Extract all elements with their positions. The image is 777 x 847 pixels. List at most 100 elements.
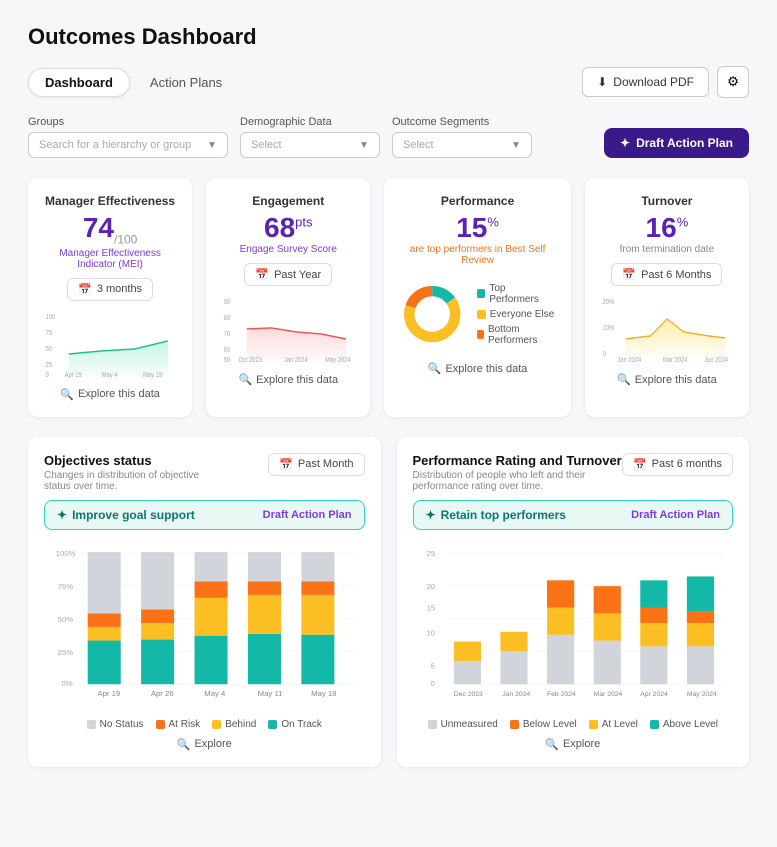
svg-text:May 2024: May 2024	[325, 357, 351, 364]
explore-perf-turnover[interactable]: 🔍 Explore	[413, 738, 734, 751]
legend-everyone-else: Everyone Else	[490, 309, 554, 320]
metric-card-turnover: Turnover 16% from termination date 📅 Pas…	[585, 178, 749, 417]
tab-dashboard[interactable]: Dashboard	[28, 68, 130, 97]
search-icon: 🔍	[428, 362, 442, 375]
time-period-turnover[interactable]: 📅 Past 6 Months	[611, 263, 722, 286]
groups-placeholder: Search for a hierarchy or group	[39, 139, 191, 151]
objectives-stacked-bar-chart: 100% 75% 50% 25% 0% Apr 19	[44, 540, 365, 710]
time-period-objectives[interactable]: 📅 Past Month	[268, 453, 364, 476]
svg-text:0: 0	[430, 679, 434, 688]
page-title: Outcomes Dashboard	[28, 24, 749, 50]
svg-text:Dec 2023: Dec 2023	[453, 690, 482, 697]
svg-text:50: 50	[46, 345, 53, 353]
metric-value-turnover: 16%	[601, 214, 733, 242]
legend-top-performers: Top Performers	[489, 283, 554, 305]
svg-text:75: 75	[46, 329, 53, 337]
metric-card-engagement: Engagement 68pts Engage Survey Score 📅 P…	[206, 178, 370, 417]
outcome-filter-label: Outcome Segments	[392, 116, 532, 128]
target-icon: ✦	[426, 508, 436, 522]
legend-on-track: On Track	[281, 719, 322, 730]
time-period-manager[interactable]: 📅 3 months	[67, 278, 153, 301]
demographic-chevron-icon: ▼	[359, 140, 369, 151]
explore-engagement[interactable]: 🔍 Explore this data	[222, 373, 354, 386]
metric-card-performance: Performance 15% are top performers in Be…	[384, 178, 570, 417]
svg-text:20%: 20%	[602, 299, 614, 307]
metric-value-performance: 15%	[400, 214, 554, 242]
svg-text:May 18: May 18	[311, 688, 336, 697]
groups-filter-label: Groups	[28, 116, 228, 128]
line-chart-engagement: 90 80 70 60 50 Oct 2023 Jan 2024 May 202…	[222, 294, 354, 364]
explore-turnover[interactable]: 🔍 Explore this data	[601, 373, 733, 386]
metric-subtitle-performance: are top performers in Best Self Review	[400, 244, 554, 266]
metric-value-manager: 74/100	[44, 214, 176, 246]
legend-at-risk: At Risk	[169, 719, 201, 730]
svg-text:80: 80	[224, 315, 231, 323]
metric-subtitle-manager: Manager Effectiveness Indicator (MEI)	[44, 248, 176, 270]
svg-text:50: 50	[224, 357, 231, 364]
search-icon: 🔍	[545, 738, 559, 751]
metric-title-engagement: Engagement	[222, 194, 354, 208]
demographic-filter-label: Demographic Data	[240, 116, 380, 128]
svg-text:May 4: May 4	[102, 371, 118, 378]
metric-title-manager: Manager Effectiveness	[44, 194, 176, 208]
settings-button[interactable]: ⚙	[717, 66, 749, 98]
tab-action-plans[interactable]: Action Plans	[134, 68, 238, 97]
svg-text:10: 10	[426, 628, 435, 637]
performance-turnover-chart-card: Performance Rating and Turnover Distribu…	[397, 437, 750, 767]
time-period-perf-turnover[interactable]: 📅 Past 6 months	[622, 453, 733, 476]
svg-text:25: 25	[426, 549, 435, 558]
calendar-icon: 📅	[78, 283, 92, 296]
explore-performance[interactable]: 🔍 Explore this data	[400, 362, 554, 375]
area-chart-turnover: 20% 10% 0 Jan 2024 Mar 2024 Jun 2024	[601, 294, 733, 364]
svg-text:90: 90	[224, 299, 231, 307]
svg-text:Jan 2024: Jan 2024	[284, 357, 308, 364]
metric-card-manager: Manager Effectiveness 74/100 Manager Eff…	[28, 178, 192, 417]
svg-text:70: 70	[224, 331, 231, 339]
donut-chart-performance	[400, 274, 464, 354]
download-pdf-button[interactable]: ⬇ Download PDF	[582, 67, 709, 97]
legend-bottom-performers: Bottom Performers	[488, 324, 555, 346]
svg-text:100%: 100%	[56, 549, 76, 558]
perf-turnover-draft-action-btn[interactable]: Draft Action Plan	[631, 509, 720, 521]
calendar-icon: 📅	[255, 268, 269, 281]
svg-text:20: 20	[426, 582, 435, 591]
search-icon: 🔍	[60, 388, 74, 401]
svg-text:Jan 2024: Jan 2024	[617, 357, 641, 364]
search-icon: 🔍	[617, 373, 631, 386]
perf-turnover-chart-title: Performance Rating and Turnover	[413, 453, 622, 468]
svg-text:May 2024: May 2024	[686, 690, 716, 697]
svg-text:May 11: May 11	[258, 688, 283, 697]
outcome-filter-select[interactable]: Select ▼	[392, 132, 532, 158]
groups-filter-select[interactable]: Search for a hierarchy or group ▼	[28, 132, 228, 158]
objectives-draft-action-btn[interactable]: Draft Action Plan	[263, 509, 352, 521]
svg-text:Jan 2024: Jan 2024	[502, 690, 530, 697]
svg-text:50%: 50%	[58, 615, 74, 624]
legend-at-level: At Level	[602, 719, 638, 730]
objectives-action-banner: ✦ Improve goal support Draft Action Plan	[44, 500, 365, 530]
legend-below-level: Below Level	[523, 719, 577, 730]
svg-text:60: 60	[224, 347, 231, 355]
demographic-filter-select[interactable]: Select ▼	[240, 132, 380, 158]
svg-text:10%: 10%	[602, 325, 614, 333]
groups-chevron-icon: ▼	[207, 140, 217, 151]
perf-turnover-chart-subtitle: Distribution of people who left and thei…	[413, 470, 593, 492]
objectives-chart-title: Objectives status	[44, 453, 224, 468]
legend-behind: Behind	[225, 719, 256, 730]
calendar-icon: 📅	[622, 268, 636, 281]
time-period-engagement[interactable]: 📅 Past Year	[244, 263, 332, 286]
line-chart-manager: 100 75 50 25 0 Apr 19 May 4 May 19	[44, 309, 176, 379]
svg-text:May 19: May 19	[143, 371, 162, 378]
perf-turnover-action-banner: ✦ Retain top performers Draft Action Pla…	[413, 500, 734, 530]
metric-title-performance: Performance	[400, 194, 554, 208]
explore-manager[interactable]: 🔍 Explore this data	[44, 388, 176, 401]
svg-text:0%: 0%	[61, 679, 72, 688]
calendar-icon: 📅	[279, 458, 293, 471]
svg-text:Jun 2024: Jun 2024	[704, 357, 728, 364]
calendar-icon: 📅	[633, 458, 647, 471]
svg-text:Mar 2024: Mar 2024	[593, 690, 622, 697]
svg-text:Mar 2024: Mar 2024	[663, 357, 688, 364]
metric-value-engagement: 68pts	[222, 214, 354, 242]
draft-action-plan-button[interactable]: ✦ Draft Action Plan	[604, 128, 749, 158]
explore-objectives[interactable]: 🔍 Explore	[44, 738, 365, 751]
svg-text:25: 25	[46, 361, 53, 369]
